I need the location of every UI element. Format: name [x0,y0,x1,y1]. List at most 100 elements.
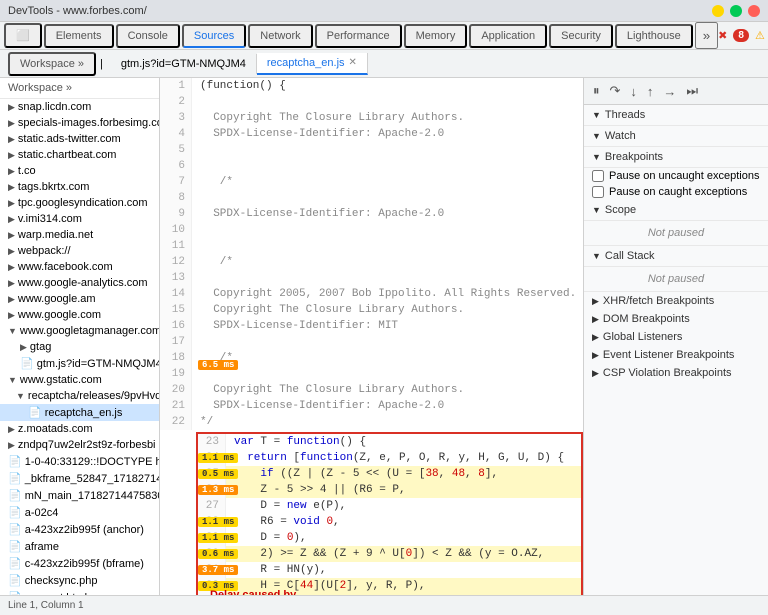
code-line-16: 16 SPDX-License-Identifier: MIT [160,318,583,334]
nav-tab-network[interactable]: Network [248,24,312,48]
watch-label: Watch [605,130,636,142]
file-item-google[interactable]: ▶www.google.com [0,307,159,323]
file-item-gtag[interactable]: ▶gtag [0,339,159,355]
pause-caught-checkbox[interactable] [592,186,604,198]
file-item-bkframe[interactable]: 📄_bkframe_52847_171827145 [0,470,159,487]
code-line-1: 1(function() { [160,78,583,94]
threads-section-header[interactable]: ▼ Threads [584,105,768,126]
csp-arrow-icon: ▶ [592,368,599,379]
watch-section-header[interactable]: ▼ Watch [584,126,768,147]
file-item-vimi[interactable]: ▶v.imi314.com [0,211,159,227]
nav-tab-elements[interactable]: Elements [44,24,114,48]
nav-tab-application[interactable]: Application [469,24,547,48]
file-item-snap[interactable]: ▶snap.licdn.com [0,99,159,115]
breakpoints-section-header[interactable]: ▼ Breakpoints [584,147,768,168]
code-line-8: 8 [160,190,583,206]
source-tabs: gtm.js?id=GTM-NMQJM4 recaptcha_en.js ✕ [111,53,368,75]
file-item-connect[interactable]: 📄connect.html [0,589,159,595]
file-item-bframe[interactable]: 📄c-423xz2ib995f (bframe) [0,555,159,572]
call-stack-not-paused: Not paused [584,267,768,292]
file-item-recaptcha-en[interactable]: 📄recaptcha_en.js [0,404,159,421]
nav-more-button[interactable]: » [695,22,718,49]
maximize-button[interactable] [730,5,742,17]
file-item-gtm[interactable]: ▼www.googletagmanager.com [0,323,159,339]
file-item-mn-main[interactable]: 📄mN_main_17182714475830 [0,487,159,504]
pause-uncaught-checkbox[interactable] [592,170,604,182]
nav-right: ✖ 8 ⚠ 1148 ℹ 1103 ⚙ ⋮ [718,27,768,45]
nav-tab-memory[interactable]: Memory [404,24,468,48]
nav-tab-lighthouse[interactable]: Lighthouse [615,24,693,48]
file-item-facebook[interactable]: ▶www.facebook.com [0,259,159,275]
close-tab-icon[interactable]: ✕ [349,57,357,68]
code-line-27: 27 D = new e(P), [198,498,581,514]
file-item-doctype[interactable]: 📄1-0-40:33129::!DOCTYPE htm [0,453,159,470]
nav-tab-security[interactable]: Security [549,24,613,48]
file-item-recaptcha-folder[interactable]: ▼recaptcha/releases/9pvHvq [0,388,159,404]
code-line-9: 9 SPDX-License-Identifier: Apache-2.0 [160,206,583,222]
event-listener-label: Event Listener Breakpoints [603,349,734,361]
scope-not-paused: Not paused [584,221,768,246]
pause-uncaught-label: Pause on uncaught exceptions [609,170,759,182]
code-line-3: 3 Copyright The Closure Library Authors. [160,110,583,126]
step-into-button[interactable]: ↓ [627,83,640,100]
step-out-button[interactable]: ↑ [644,83,657,100]
toolbar-separator: | [100,58,103,70]
main-layout: Workspace » ▶snap.licdn.com ▶specials-im… [0,78,768,595]
code-editor[interactable]: 1(function() { 2 3 Copyright The Closure… [160,78,583,595]
recaptcha-source-tab[interactable]: recaptcha_en.js ✕ [257,53,368,75]
nav-tab-inspect[interactable]: ⬜ [4,23,42,48]
csp-breakpoints-row[interactable]: ▶ CSP Violation Breakpoints [584,364,768,382]
file-item-static-ads[interactable]: ▶static.ads-twitter.com [0,131,159,147]
workspace-tab[interactable]: Workspace » [8,52,96,76]
code-line-25: 25 if ((Z | (Z - 5 << (U = [38, 48, 8], [198,466,581,482]
step-over-button[interactable]: ↷ [607,82,624,100]
file-item-tco[interactable]: ▶t.co [0,163,159,179]
file-item-gstatic[interactable]: ▼www.gstatic.com [0,372,159,388]
file-item-tpc[interactable]: ▶tpc.googlesyndication.com [0,195,159,211]
scope-label: Scope [605,204,636,216]
file-item-checksync[interactable]: 📄checksync.php [0,572,159,589]
call-stack-section-header[interactable]: ▼ Call Stack [584,246,768,267]
pause-caught-label: Pause on caught exceptions [609,186,747,198]
code-line-23: 23var T = function() { [198,434,581,450]
code-line-18: 18 /* [160,350,583,366]
gtm-source-tab[interactable]: gtm.js?id=GTM-NMQJM4 [111,54,257,74]
title-bar: DevTools - www.forbes.com/ [0,0,768,22]
close-button[interactable] [748,5,760,17]
step-button[interactable]: → [660,83,679,100]
file-item-tags[interactable]: ▶tags.bkrtx.com [0,179,159,195]
file-item-anchor[interactable]: 📄a-423xz2ib995f (anchor) [0,521,159,538]
code-line-11: 11 [160,238,583,254]
code-line-15: 15 Copyright The Closure Library Authors… [160,302,583,318]
file-item-specials[interactable]: ▶specials-images.forbesimg.co [0,115,159,131]
pause-button[interactable]: ⏸ [590,82,603,100]
file-item-warp[interactable]: ▶warp.media.net [0,227,159,243]
file-item-webpack[interactable]: ▶webpack:// [0,243,159,259]
file-item-a02c4[interactable]: 📄a-02c4 [0,504,159,521]
file-item-gtm-js[interactable]: 📄gtm.js?id=GTM-NMQJM4 [0,355,159,372]
file-item-aframe[interactable]: 📄aframe [0,538,159,555]
file-item-zndpq[interactable]: ▶zndpq7uw2elr2st9z-forbesbi [0,437,159,453]
nav-tab-sources[interactable]: Sources [182,24,246,48]
global-listeners-row[interactable]: ▶ Global Listeners [584,328,768,346]
code-line-20: 20 Copyright The Closure Library Authors… [160,382,583,398]
event-listener-breakpoints-row[interactable]: ▶ Event Listener Breakpoints [584,346,768,364]
code-line-19: 19 [160,366,583,382]
pause-caught-row: Pause on caught exceptions [584,184,768,200]
nav-tab-console[interactable]: Console [116,24,180,48]
threads-label: Threads [605,109,645,121]
file-item-googleam[interactable]: ▶www.google.am [0,291,159,307]
workspace-header[interactable]: Workspace » [0,78,159,99]
file-item-ga[interactable]: ▶www.google-analytics.com [0,275,159,291]
dom-breakpoints-row[interactable]: ▶ DOM Breakpoints [584,310,768,328]
minimize-button[interactable] [712,5,724,17]
code-line-12: 12 /* [160,254,583,270]
file-item-zmoatads[interactable]: ▶z.moatads.com [0,421,159,437]
deactivate-breakpoints-button[interactable]: ⏭ [683,82,701,100]
xhr-breakpoints-row[interactable]: ▶ XHR/fetch Breakpoints [584,292,768,310]
code-line-7: 7 /* [160,174,583,190]
scope-section-header[interactable]: ▼ Scope [584,200,768,221]
code-line-30: 30 2) >= Z && (Z + 9 ^ U[0]) < Z && (y =… [198,546,581,562]
nav-tab-performance[interactable]: Performance [315,24,402,48]
file-item-chartbeat[interactable]: ▶static.chartbeat.com [0,147,159,163]
